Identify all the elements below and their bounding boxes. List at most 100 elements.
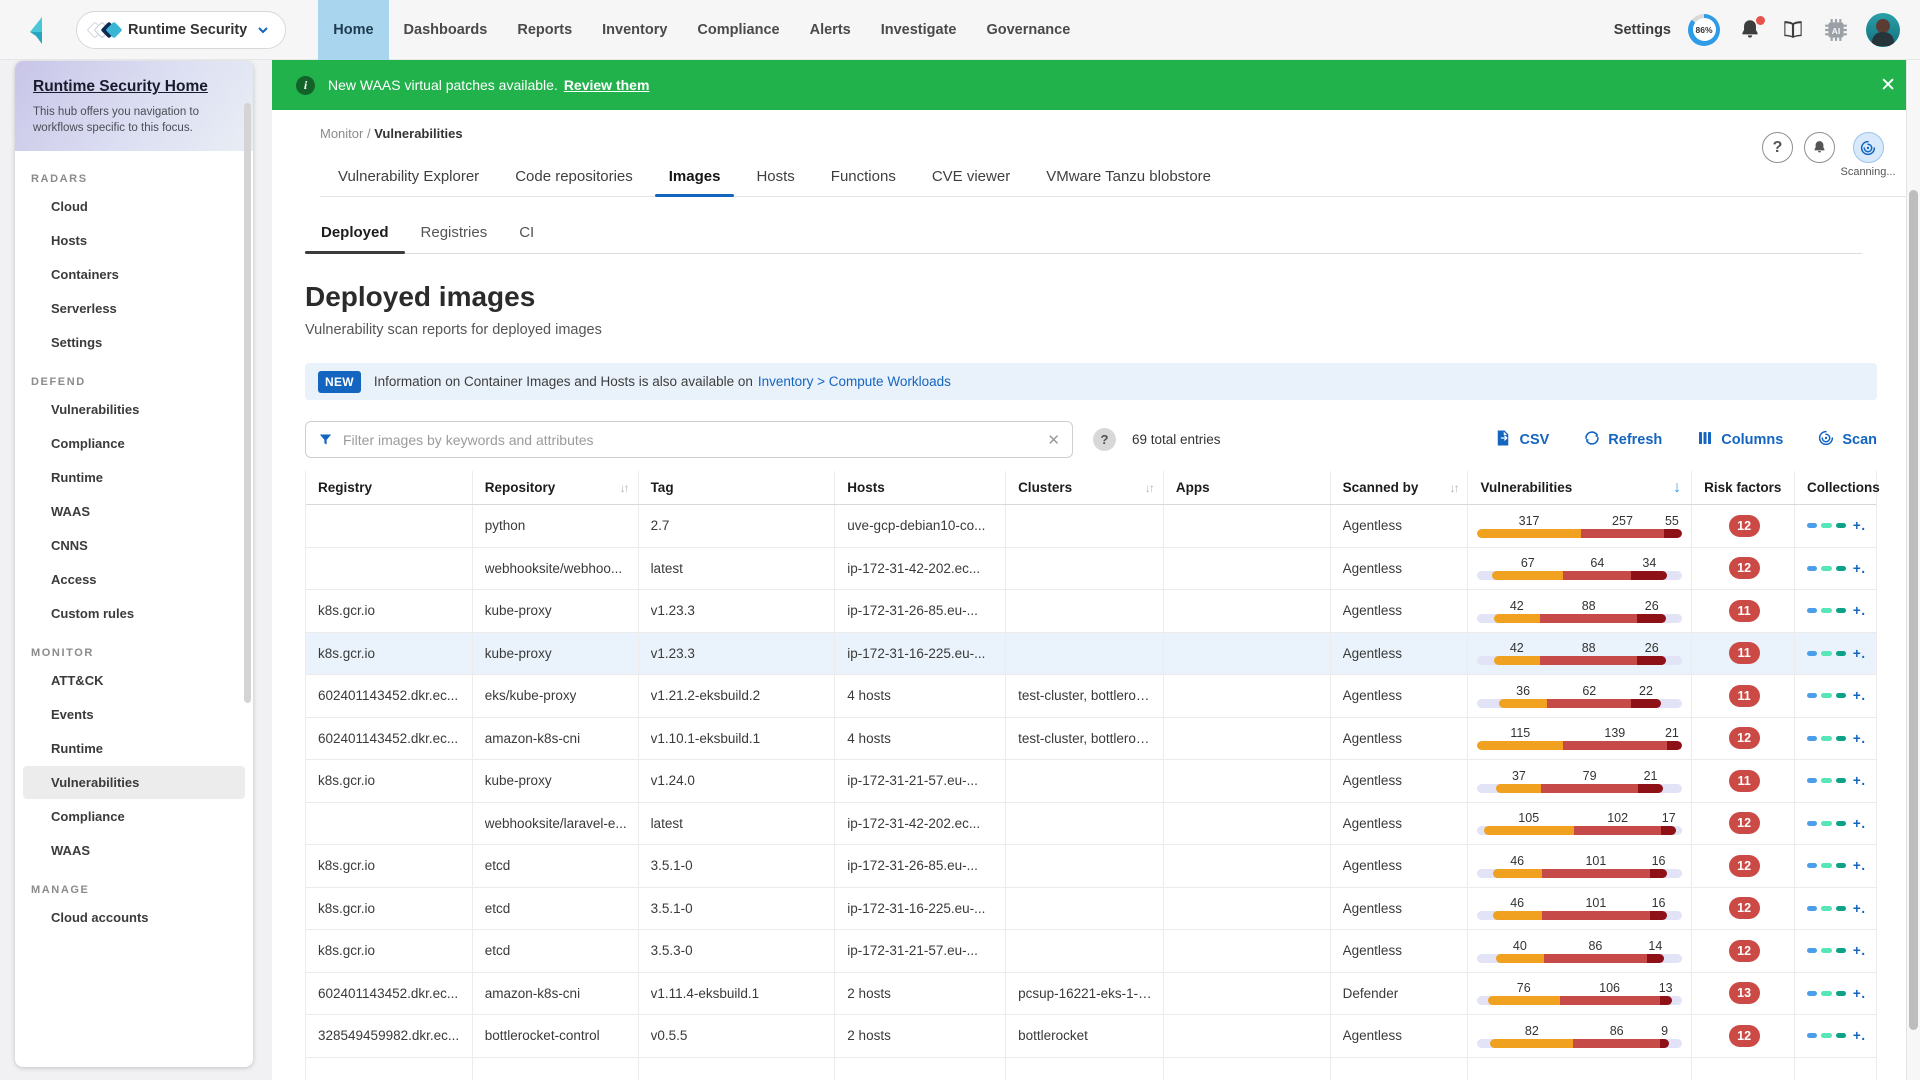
usage-ring[interactable]: 86% [1688,14,1720,46]
tab-vulnerability-explorer[interactable]: Vulnerability Explorer [320,162,497,196]
tab-cve-viewer[interactable]: CVE viewer [914,162,1028,196]
risk-factors-badge[interactable]: 12 [1729,940,1760,962]
nav-item-investigate[interactable]: Investigate [866,0,972,60]
sidebar-item-monitor-events[interactable]: Events [23,698,245,731]
subtab-ci[interactable]: CI [503,220,550,253]
table-row[interactable]: k8s.gcr.ioetcd3.5.1-0ip-172-31-26-85.eu-… [306,845,1876,888]
nav-item-alerts[interactable]: Alerts [795,0,866,60]
collections-more-link[interactable]: +8 [1853,646,1866,661]
tab-images[interactable]: Images [651,162,739,196]
collections-more-link[interactable]: +8 [1853,731,1866,746]
sort-icons[interactable]: ↓↑ [620,481,628,495]
risk-factors-badge[interactable]: 12 [1729,727,1760,749]
sidebar-scrollbar[interactable] [244,103,251,703]
csv-button[interactable]: CSV [1494,429,1549,451]
table-row[interactable] [306,1058,1876,1080]
sort-icons[interactable]: ↓↑ [1145,481,1153,495]
risk-factors-badge[interactable]: 12 [1729,812,1760,834]
sidebar-item-radars-containers[interactable]: Containers [23,258,245,291]
collections-more-link[interactable]: +8 [1853,688,1866,703]
columns-button[interactable]: Columns [1696,429,1783,451]
sidebar-item-radars-hosts[interactable]: Hosts [23,224,245,257]
table-row[interactable]: webhooksite/webhoo...latestip-172-31-42-… [306,548,1876,591]
table-row[interactable]: 602401143452.dkr.ec...amazon-k8s-cniv1.1… [306,973,1876,1016]
column-header-risk-factors[interactable]: Risk factors [1692,471,1795,504]
collections-more-link[interactable]: +8 [1853,816,1866,831]
table-row[interactable]: k8s.gcr.iokube-proxyv1.24.0ip-172-31-21-… [306,760,1876,803]
sidebar-item-defend-vulnerabilities[interactable]: Vulnerabilities [23,393,245,426]
nav-item-governance[interactable]: Governance [971,0,1085,60]
sidebar-item-monitor-runtime[interactable]: Runtime [23,732,245,765]
table-row[interactable]: python2.7uve-gcp-debian10-co...Agentless… [306,505,1876,548]
collections-more-link[interactable]: +8 [1853,901,1866,916]
sidebar-title-link[interactable]: Runtime Security Home [33,78,235,96]
alerts-bell-icon[interactable] [1804,132,1835,163]
table-row[interactable]: k8s.gcr.ioetcd3.5.3-0ip-172-31-21-57.eu-… [306,930,1876,973]
table-row[interactable]: k8s.gcr.iokube-proxyv1.23.3ip-172-31-26-… [306,590,1876,633]
nav-item-inventory[interactable]: Inventory [587,0,682,60]
sort-icons[interactable]: ↓↑ [1449,481,1457,495]
ai-assistant-icon[interactable]: AI [1823,17,1849,43]
risk-factors-badge[interactable]: 12 [1729,557,1760,579]
column-header-vulnerabilities[interactable]: Vulnerabilities↓ [1468,471,1692,504]
table-row[interactable]: 602401143452.dkr.ec...amazon-k8s-cniv1.1… [306,718,1876,761]
sidebar-item-defend-runtime[interactable]: Runtime [23,461,245,494]
collections-more-link[interactable]: +7 [1853,518,1866,533]
column-header-clusters[interactable]: Clusters↓↑ [1006,471,1164,504]
review-them-link[interactable]: Review them [564,77,650,93]
sidebar-item-monitor-vulnerabilities[interactable]: Vulnerabilities [23,766,245,799]
settings-link[interactable]: Settings [1614,22,1671,38]
tab-hosts[interactable]: Hosts [738,162,812,196]
subtab-deployed[interactable]: Deployed [305,220,405,253]
risk-factors-badge[interactable]: 12 [1729,515,1760,537]
sidebar-item-manage-cloud-accounts[interactable]: Cloud accounts [23,901,245,934]
refresh-button[interactable]: Refresh [1583,429,1662,451]
risk-factors-badge[interactable]: 12 [1729,855,1760,877]
collections-more-link[interactable]: +8 [1853,986,1866,1001]
scanning-icon[interactable] [1853,132,1884,163]
sidebar-item-monitor-waas[interactable]: WAAS [23,834,245,867]
sidebar-item-defend-access[interactable]: Access [23,563,245,596]
user-avatar[interactable] [1866,13,1900,47]
risk-factors-badge[interactable]: 13 [1729,982,1760,1004]
clear-filter-icon[interactable]: ✕ [1047,431,1060,449]
compute-workloads-link[interactable]: Inventory > Compute Workloads [758,374,951,389]
collections-more-link[interactable]: +8 [1853,603,1866,618]
filter-help-icon[interactable]: ? [1093,428,1116,451]
nav-item-reports[interactable]: Reports [502,0,587,60]
context-switcher[interactable]: Runtime Security [76,11,286,49]
risk-factors-badge[interactable]: 12 [1729,1025,1760,1047]
risk-factors-badge[interactable]: 12 [1729,897,1760,919]
column-header-tag[interactable]: Tag [639,471,836,504]
sidebar-item-defend-compliance[interactable]: Compliance [23,427,245,460]
column-header-scanned-by[interactable]: Scanned by↓↑ [1331,471,1469,504]
column-header-apps[interactable]: Apps [1164,471,1331,504]
column-header-collections[interactable]: Collections [1795,471,1876,504]
risk-factors-badge[interactable]: 11 [1729,600,1760,622]
sidebar-item-radars-serverless[interactable]: Serverless [23,292,245,325]
table-row[interactable]: 328549459982.dkr.ec...bottlerocket-contr… [306,1015,1876,1058]
column-header-repository[interactable]: Repository↓↑ [473,471,639,504]
column-header-registry[interactable]: Registry [306,471,473,504]
collections-more-link[interactable]: +8 [1853,943,1866,958]
collections-more-link[interactable]: +8 [1853,1028,1866,1043]
breadcrumb-parent[interactable]: Monitor [320,126,363,141]
collections-more-link[interactable]: +8 [1853,773,1866,788]
column-header-hosts[interactable]: Hosts [835,471,1006,504]
sidebar-item-defend-cnns[interactable]: CNNS [23,529,245,562]
table-row[interactable]: webhooksite/laravel-e...latestip-172-31-… [306,803,1876,846]
collections-more-link[interactable]: +8 [1853,561,1866,576]
sidebar-item-radars-settings[interactable]: Settings [23,326,245,359]
sidebar-item-monitor-att-ck[interactable]: ATT&CK [23,664,245,697]
sort-desc-icon[interactable]: ↓ [1673,479,1681,497]
notifications-bell-icon[interactable] [1737,17,1763,43]
close-icon[interactable]: ✕ [1880,76,1896,95]
page-scrollbar-thumb[interactable] [1909,190,1918,1030]
sidebar-item-monitor-compliance[interactable]: Compliance [23,800,245,833]
risk-factors-badge[interactable]: 11 [1729,770,1760,792]
subtab-registries[interactable]: Registries [405,220,504,253]
scan-button[interactable]: Scan [1817,429,1877,451]
page-scrollbar[interactable] [1906,60,1920,1080]
risk-factors-badge[interactable]: 11 [1729,642,1760,664]
help-icon[interactable]: ? [1762,132,1793,163]
